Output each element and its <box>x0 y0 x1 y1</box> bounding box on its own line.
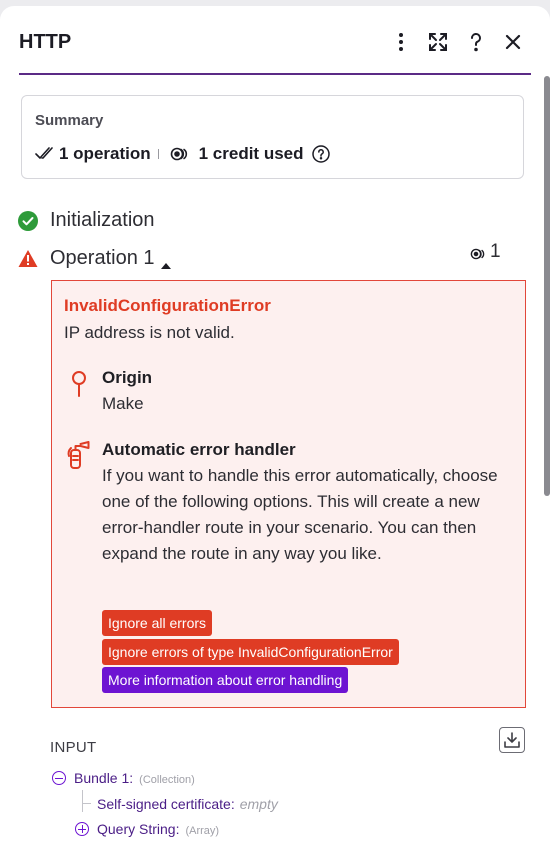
error-name: InvalidConfigurationError <box>64 296 271 315</box>
tree-row-bundle[interactable]: Bundle 1: (Collection) <box>52 770 195 786</box>
caret-up-icon[interactable] <box>160 254 172 269</box>
tree-row-certificate: Self-signed certificate: empty <box>97 796 278 812</box>
query-type: (Array) <box>185 825 220 837</box>
panel-header: HTTP <box>0 6 550 76</box>
summary-card: Summary 1 operation 1 credit used <box>21 95 524 179</box>
tree-connector-branch <box>82 803 91 804</box>
location-pin-icon <box>66 369 92 399</box>
download-button[interactable] <box>499 727 525 753</box>
ignore-all-errors-button[interactable]: Ignore all errors <box>102 610 213 636</box>
collapse-icon[interactable] <box>52 771 66 785</box>
origin-value: Make <box>102 394 144 413</box>
header-divider <box>19 73 531 75</box>
expand-icon[interactable] <box>427 31 449 53</box>
panel-title: HTTP <box>19 31 72 53</box>
query-key: Query String: <box>97 821 180 837</box>
operation-credits: 1 <box>470 241 501 263</box>
step-operation-1[interactable]: Operation 1 <box>18 247 172 270</box>
ignore-errors-of-type-button[interactable]: Ignore errors of type InvalidConfigurati… <box>102 639 399 665</box>
bundle-key: Bundle 1: <box>74 770 134 786</box>
credit-icon <box>470 245 487 260</box>
summary-row: 1 operation 1 credit used <box>35 144 330 164</box>
scrollbar[interactable] <box>544 76 550 496</box>
expand-icon[interactable] <box>75 822 89 836</box>
more-vertical-icon[interactable] <box>390 31 412 53</box>
success-check-icon <box>18 210 38 231</box>
tree-row-query-string[interactable]: Query String: (Array) <box>75 821 219 837</box>
close-icon[interactable] <box>502 31 524 53</box>
certificate-value: empty <box>239 796 278 812</box>
bundle-type: (Collection) <box>139 774 195 786</box>
error-message: IP address is not valid. <box>64 323 235 342</box>
operations-count: 1 operation <box>59 144 151 163</box>
download-icon <box>504 732 520 748</box>
origin-title: Origin <box>102 368 153 387</box>
panel-content: Summary 1 operation 1 credit used Initia… <box>0 76 544 853</box>
separator <box>157 149 159 159</box>
execution-inspector-panel: HTTP Summary 1 operation 1 credit used I… <box>0 6 550 853</box>
operation-credits-count: 1 <box>490 241 501 262</box>
step-operation-label: Operation 1 <box>50 247 155 269</box>
double-check-icon <box>35 145 53 163</box>
handler-title: Automatic error handler <box>102 440 296 459</box>
summary-title: Summary <box>35 112 104 129</box>
step-initialization[interactable]: Initialization <box>18 209 155 232</box>
warning-triangle-icon <box>18 249 38 268</box>
tree-connector <box>82 790 83 812</box>
fire-extinguisher-icon <box>66 441 92 471</box>
credits-used: 1 credit used <box>198 144 304 163</box>
help-icon[interactable] <box>465 31 487 53</box>
credit-icon <box>170 145 191 163</box>
step-initialization-label: Initialization <box>50 209 155 231</box>
more-info-error-handling-button[interactable]: More information about error handling <box>102 667 349 693</box>
handler-description: If you want to handle this error automat… <box>102 466 498 563</box>
error-details-box: InvalidConfigurationError IP address is … <box>51 280 526 708</box>
input-section-label: INPUT <box>50 739 97 756</box>
certificate-key: Self-signed certificate: <box>97 796 235 812</box>
help-circle-icon[interactable] <box>311 145 330 163</box>
